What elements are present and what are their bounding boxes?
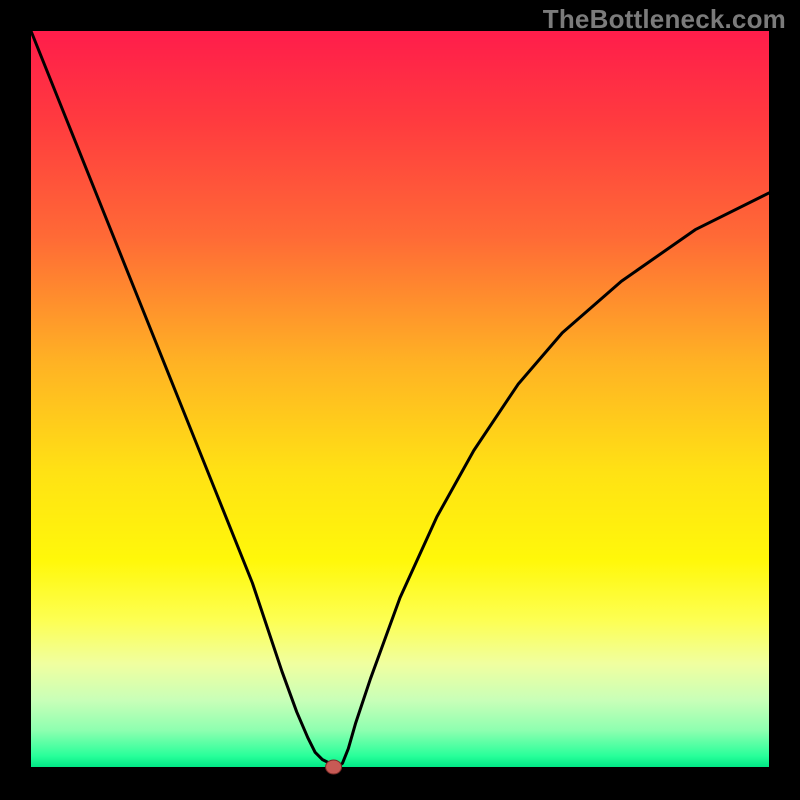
bottleneck-chart bbox=[0, 0, 800, 800]
watermark-text: TheBottleneck.com bbox=[543, 4, 786, 35]
chart-frame: TheBottleneck.com bbox=[0, 0, 800, 800]
